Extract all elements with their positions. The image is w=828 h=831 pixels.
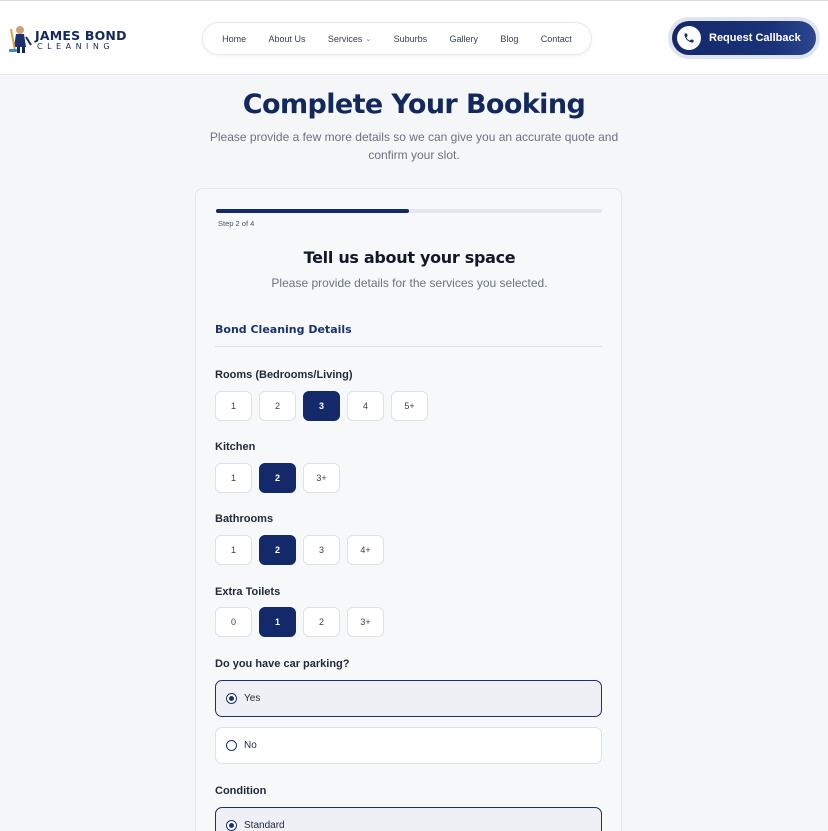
- form-subtitle: Please provide details for the services …: [271, 276, 548, 290]
- cleaner-mascot-icon: [9, 26, 32, 53]
- progress-bar: [216, 209, 602, 213]
- request-callback-label: Request Callback: [709, 32, 801, 44]
- kitchen-option[interactable]: 3+: [303, 463, 340, 493]
- bathrooms-label: Bathrooms: [215, 513, 274, 525]
- nav-suburbs[interactable]: Suburbs: [394, 34, 428, 44]
- condition-option-standard[interactable]: Standard: [215, 807, 602, 831]
- kitchen-option[interactable]: 1: [215, 463, 252, 493]
- form-title: Tell us about your space: [303, 248, 516, 267]
- brand-logo[interactable]: JAMES BOND CLEANING: [5, 23, 127, 55]
- extra-toilets-label: Extra Toilets: [215, 586, 281, 598]
- page-subtitle: Please provide a few more details so we …: [209, 130, 619, 162]
- radio-label: Yes: [244, 693, 261, 704]
- brand-tagline: CLEANING: [37, 42, 115, 51]
- rooms-option[interactable]: 5+: [391, 391, 428, 421]
- nav-gallery[interactable]: Gallery: [450, 34, 479, 44]
- bathrooms-option[interactable]: 1: [215, 535, 252, 565]
- nav-services-label: Services: [327, 33, 363, 44]
- progress-bar-fill: [216, 209, 409, 213]
- rooms-option[interactable]: 2: [259, 391, 296, 421]
- nav-home[interactable]: Home: [222, 34, 246, 44]
- radio-indicator: [226, 740, 237, 751]
- brand-name: JAMES BOND: [35, 28, 127, 43]
- rooms-option[interactable]: 4: [347, 391, 384, 421]
- nav-about-us[interactable]: About Us: [269, 34, 306, 44]
- bathrooms-option[interactable]: 2: [259, 535, 296, 565]
- nav-services[interactable]: Services ⌄: [328, 34, 371, 44]
- parking-label: Do you have car parking?: [215, 658, 350, 670]
- kitchen-label: Kitchen: [215, 441, 256, 453]
- booking-form-card: Step 2 of 4 Tell us about your space Ple…: [195, 188, 622, 831]
- extra-toilets-options: 0 1 2 3+: [215, 607, 384, 637]
- site-header: JAMES BOND CLEANING Home About Us Servic…: [0, 0, 828, 75]
- extra-toilets-option[interactable]: 0: [215, 607, 252, 637]
- extra-toilets-option[interactable]: 1: [259, 607, 296, 637]
- kitchen-options: 1 2 3+: [215, 463, 340, 493]
- main-navigation: Home About Us Services ⌄ Suburbs Gallery…: [202, 22, 592, 55]
- bathrooms-option[interactable]: 4+: [347, 535, 384, 565]
- parking-option-no[interactable]: No: [215, 727, 602, 764]
- nav-contact[interactable]: Contact: [541, 34, 572, 44]
- extra-toilets-option[interactable]: 3+: [347, 607, 384, 637]
- rooms-option[interactable]: 3: [303, 391, 340, 421]
- extra-toilets-option[interactable]: 2: [303, 607, 340, 637]
- chevron-down-icon: ⌄: [365, 35, 372, 43]
- kitchen-option[interactable]: 2: [259, 463, 296, 493]
- nav-blog[interactable]: Blog: [500, 34, 518, 44]
- step-indicator: Step 2 of 4: [218, 219, 255, 228]
- radio-indicator: [226, 820, 237, 831]
- section-divider: [215, 346, 602, 347]
- request-callback-button[interactable]: Request Callback: [672, 21, 816, 55]
- bathrooms-option[interactable]: 3: [303, 535, 340, 565]
- request-callback-container: Request Callback: [668, 17, 820, 59]
- page-title: Complete Your Booking: [242, 89, 586, 120]
- condition-label: Condition: [215, 785, 267, 797]
- rooms-options: 1 2 3 4 5+: [215, 391, 428, 421]
- rooms-label: Rooms (Bedrooms/Living): [215, 369, 353, 381]
- radio-label: Standard: [244, 820, 285, 831]
- parking-option-yes[interactable]: Yes: [215, 680, 602, 717]
- rooms-option[interactable]: 1: [215, 391, 252, 421]
- phone-icon: [677, 26, 701, 50]
- radio-label: No: [244, 740, 257, 751]
- section-title: Bond Cleaning Details: [215, 323, 352, 336]
- radio-indicator: [226, 693, 237, 704]
- bathrooms-options: 1 2 3 4+: [215, 535, 384, 565]
